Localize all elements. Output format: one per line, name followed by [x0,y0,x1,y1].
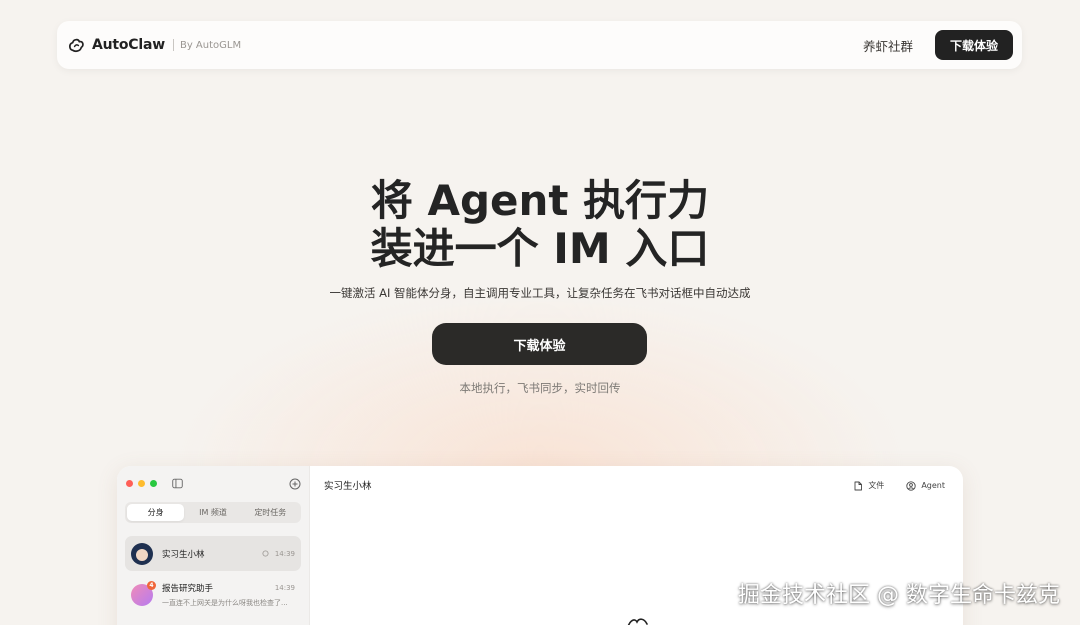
chat-title: 实习生小林 [324,481,372,492]
sidebar-toggle-icon[interactable] [172,478,183,489]
file-icon [854,481,863,490]
nav-download-button[interactable]: 下载体验 [935,30,1013,60]
community-link[interactable]: 养虾社群 [863,36,913,55]
tab-scheduled-tasks[interactable]: 定时任务 [242,504,299,521]
new-chat-icon[interactable] [289,478,301,490]
app-sidebar: 分身 IM 频道 定时任务 实习生小林 14:39 4 报告研究助手 14:39… [117,466,310,625]
chat-toolbar: 文件 Agent [831,480,945,491]
chat-time: 14:39 [274,549,295,558]
unread-badge: 4 [147,580,156,590]
chat-item[interactable]: 4 报告研究助手 14:39 一直连不上网关是为什么呀我也检查了... [125,577,301,612]
zoom-window-dot[interactable] [150,480,157,487]
avatar [131,542,153,565]
brand-byline: By AutoGLM [179,39,242,51]
hero-download-button[interactable]: 下载体验 [432,323,647,365]
tab-avatars[interactable]: 分身 [127,504,185,521]
tab-im-channels[interactable]: IM 频道 [184,504,241,521]
chat-preview: 一直连不上网关是为什么呀我也检查了... [162,598,288,607]
hero-title-line1: 将 Agent 执行力 [370,176,710,225]
hero-title: 将 Agent 执行力 装进一个 IM 入口 [0,177,1080,273]
files-button[interactable]: 文件 [853,480,884,491]
close-window-dot[interactable] [126,480,133,487]
avatar: 4 [131,580,156,606]
chat-name: 实习生小林 [162,549,205,560]
agent-button[interactable]: Agent [906,480,945,491]
chat-body: 报告研究助手 14:39 一直连不上网关是为什么呀我也检查了... [162,582,295,608]
chat-time: 14:39 [274,583,295,592]
hero-title-line2: 装进一个 IM 入口 [370,224,710,273]
claw-logo-icon [627,618,648,625]
watermark-text: 掘金技术社区 @ 数字生命卡兹克 [738,583,1060,608]
agent-icon [906,480,916,491]
top-nav: AutoClaw By AutoGLM 养虾社群 下载体验 [57,21,1022,69]
agent-label: Agent [921,481,945,490]
brand-name: AutoClaw [92,37,165,53]
chat-item[interactable]: 实习生小林 14:39 [125,536,301,571]
minimize-window-dot[interactable] [138,480,145,487]
hero-note: 本地执行，飞书同步，实时回传 [459,381,621,395]
chat-body: 实习生小林 14:39 [162,548,295,560]
window-controls [126,480,162,487]
claw-logo-icon [69,38,84,52]
brand-group[interactable]: AutoClaw By AutoGLM [67,36,241,55]
pin-icon [262,550,269,557]
chat-name: 报告研究助手 [162,583,214,594]
files-label: 文件 [868,481,885,490]
nav-divider [172,39,174,51]
sidebar-tabs: 分身 IM 频道 定时任务 [125,502,301,523]
nav-actions: 养虾社群 下载体验 [863,30,1013,60]
chat-meta: 14:39 [262,550,295,558]
chat-header: 报告研究助手 14:39 [162,582,295,594]
chat-header: 实习生小林 14:39 [162,548,295,560]
hero-subtitle: 一键激活 AI 智能体分身，自主调用专业工具，让复杂任务在飞书对话框中自动达成 [329,286,751,300]
